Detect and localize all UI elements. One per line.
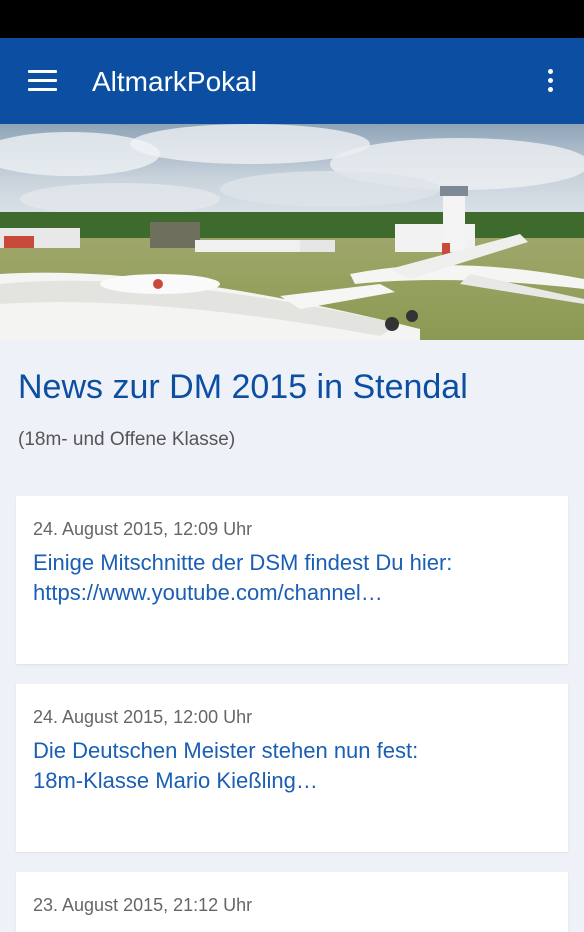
hamburger-menu-icon[interactable] [22,64,62,98]
page-headline: News zur DM 2015 in Stendal [18,368,468,406]
status-bar [0,0,584,38]
news-teaser-line: 18m-Klasse Mario Kießling… [33,768,318,793]
news-teaser[interactable]: Einige Mitschnitte der DSM findest Du hi… [33,548,558,608]
news-teaser[interactable]: Die Deutschen Meister stehen nun fest: 1… [33,736,558,796]
news-teaser-line: Die Deutschen Meister stehen nun fest: [33,738,419,763]
glider-airfield-photo [0,124,584,340]
news-card[interactable]: 24. August 2015, 12:00 Uhr Die Deutschen… [16,684,568,852]
news-date: 23. August 2015, 21:12 Uhr [33,895,253,915]
news-date: 24. August 2015, 12:09 Uhr [33,519,253,539]
more-vertical-icon[interactable] [538,64,562,98]
news-card[interactable]: 24. August 2015, 12:09 Uhr Einige Mitsch… [16,496,568,664]
news-date: 24. August 2015, 12:00 Uhr [33,707,253,727]
app-bar: AltmarkPokal [0,38,584,124]
news-teaser-line: https://www.youtube.com/channel… [33,580,383,605]
app-title: AltmarkPokal [92,66,257,97]
news-teaser-line: Einige Mitschnitte der DSM findest Du hi… [33,550,453,575]
hero-image [0,124,584,340]
news-card[interactable]: 23. August 2015, 21:12 Uhr [16,872,568,932]
page-subheadline: (18m- und Offene Klasse) [18,429,236,450]
